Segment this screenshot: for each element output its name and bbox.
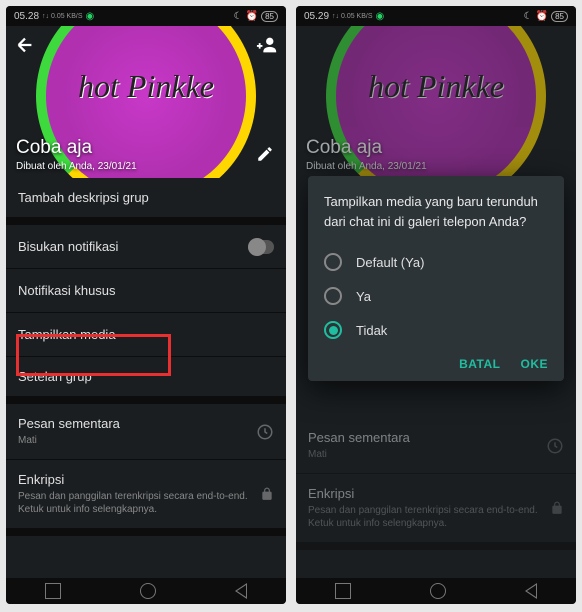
home-button[interactable] xyxy=(430,583,446,599)
add-description-row[interactable]: Tambah deskripsi grup xyxy=(6,178,286,225)
edit-button[interactable] xyxy=(256,145,274,168)
disappearing-messages-row[interactable]: Pesan sementara Mati xyxy=(296,418,576,474)
disappearing-messages-row[interactable]: Pesan sementara Mati xyxy=(6,404,286,460)
group-title: Coba aja xyxy=(16,137,137,159)
lock-icon xyxy=(260,487,274,501)
status-signal: ↑↓ 0.05 KB/S xyxy=(42,13,82,20)
media-visibility-dialog: Tampilkan media yang baru terunduh dari … xyxy=(308,176,564,381)
group-image-text: hot Pinkke xyxy=(368,68,504,105)
moon-icon: ☾ xyxy=(234,11,243,22)
status-bar: 05.29 ↑↓ 0.05 KB/S ◉ ☾ ⏰ 85 xyxy=(296,6,576,26)
back-button[interactable] xyxy=(14,34,36,61)
group-header: hot Pinkke Coba aja Dibuat oleh Anda, 23… xyxy=(296,26,576,178)
mute-toggle[interactable] xyxy=(248,240,274,254)
group-subtitle: Dibuat oleh Anda, 23/01/21 xyxy=(306,161,427,172)
ok-button[interactable]: OKE xyxy=(520,357,548,371)
status-time: 05.29 xyxy=(304,11,329,22)
navigation-bar xyxy=(6,578,286,604)
dialog-title: Tampilkan media yang baru terunduh dari … xyxy=(324,192,548,231)
radio-icon xyxy=(324,287,342,305)
radio-icon xyxy=(324,253,342,271)
group-subtitle: Dibuat oleh Anda, 23/01/21 xyxy=(16,161,137,172)
status-signal: ↑↓ 0.05 KB/S xyxy=(332,13,372,20)
radio-option-default[interactable]: Default (Ya) xyxy=(324,245,548,279)
status-time: 05.28 xyxy=(14,11,39,22)
radio-option-no[interactable]: Tidak xyxy=(324,313,548,347)
status-bar: 05.28 ↑↓ 0.05 KB/S ◉ ☾ ⏰ 85 xyxy=(6,6,286,26)
mute-notifications-row[interactable]: Bisukan notifikasi xyxy=(6,225,286,269)
add-member-button[interactable] xyxy=(256,34,278,61)
radio-option-yes[interactable]: Ya xyxy=(324,279,548,313)
navigation-bar xyxy=(296,578,576,604)
cancel-button[interactable]: BATAL xyxy=(459,357,500,371)
recents-button[interactable] xyxy=(335,583,351,599)
group-title: Coba aja xyxy=(306,137,427,159)
encryption-row[interactable]: Enkripsi Pesan dan panggilan terenkripsi… xyxy=(6,460,286,536)
encryption-row[interactable]: Enkripsi Pesan dan panggilan terenkripsi… xyxy=(296,474,576,550)
battery-indicator: 85 xyxy=(261,11,278,22)
lock-icon xyxy=(550,501,564,515)
alarm-icon: ⏰ xyxy=(246,11,258,22)
home-button[interactable] xyxy=(140,583,156,599)
phone-screen-left: 05.28 ↑↓ 0.05 KB/S ◉ ☾ ⏰ 85 hot Pinkke C… xyxy=(6,6,286,604)
timer-icon xyxy=(256,423,274,441)
phone-screen-right: 05.29 ↑↓ 0.05 KB/S ◉ ☾ ⏰ 85 hot Pinkke C… xyxy=(296,6,576,604)
recents-button[interactable] xyxy=(45,583,61,599)
custom-notifications-row[interactable]: Notifikasi khusus xyxy=(6,269,286,313)
timer-icon xyxy=(546,437,564,455)
group-image-text: hot Pinkke xyxy=(78,68,214,105)
back-nav-button[interactable] xyxy=(235,583,247,599)
media-visibility-row[interactable]: Tampilkan media xyxy=(6,313,286,357)
alarm-icon: ⏰ xyxy=(536,11,548,22)
radio-icon-selected xyxy=(324,321,342,339)
group-header: hot Pinkke Coba aja Dibuat oleh Anda, 23… xyxy=(6,26,286,178)
settings-list: Tambah deskripsi grup Bisukan notifikasi… xyxy=(6,178,286,578)
whatsapp-icon: ◉ xyxy=(376,11,385,22)
group-settings-row[interactable]: Setelan grup xyxy=(6,357,286,404)
back-nav-button[interactable] xyxy=(525,583,537,599)
whatsapp-icon: ◉ xyxy=(86,11,95,22)
battery-indicator: 85 xyxy=(551,11,568,22)
moon-icon: ☾ xyxy=(524,11,533,22)
